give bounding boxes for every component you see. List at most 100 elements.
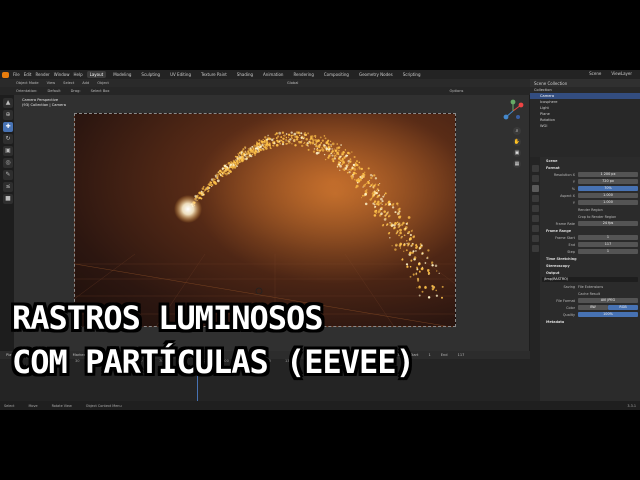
camera-view-icon[interactable]: ▣ xyxy=(513,149,521,157)
blender-logo-icon[interactable] xyxy=(2,71,9,78)
scene-label: Scene xyxy=(546,158,558,163)
measure-tool-icon[interactable]: ≤ xyxy=(3,182,13,192)
transform-tool-icon[interactable]: ◎ xyxy=(3,158,13,168)
orientation-label: Orientation: xyxy=(16,89,38,93)
title-line-1: RASTROS LUMINOSOS xyxy=(12,299,324,337)
modifier-tab-icon[interactable] xyxy=(531,235,539,242)
properties-tabs xyxy=(530,157,540,410)
tool-settings-bar: Orientation: Default Drag: Select Box Op… xyxy=(0,87,530,95)
menu-edit[interactable]: Edit xyxy=(24,72,32,77)
tab-animation[interactable]: Animation xyxy=(260,71,286,78)
aspect-y-field[interactable]: 1.000 xyxy=(578,200,638,205)
file-format-dropdown[interactable]: AVI JPEG xyxy=(578,298,638,303)
tab-uv-editing[interactable]: UV Editing xyxy=(167,71,194,78)
output-section[interactable]: Output xyxy=(542,271,559,275)
step-label: Step xyxy=(567,249,575,254)
video-title-overlay: RASTROS LUMINOSOS COM PARTÍCULAS (EEVEE) xyxy=(12,296,415,384)
status-rotate-view: Rotate View xyxy=(51,403,72,408)
tab-shading[interactable]: Shading xyxy=(234,71,256,78)
tab-compositing[interactable]: Compositing xyxy=(321,71,352,78)
move-tool-icon[interactable]: ✚ xyxy=(3,122,13,132)
outliner-item[interactable]: WGI xyxy=(530,123,640,129)
metadata-section[interactable]: Metadata xyxy=(542,320,564,324)
tab-geometry-nodes[interactable]: Geometry Nodes xyxy=(356,71,396,78)
stereoscopy-section[interactable]: Stereoscopy xyxy=(542,264,570,268)
menu-select[interactable]: Select xyxy=(63,81,74,85)
frame-start-label: Frame Start xyxy=(555,235,575,240)
frame-range-section[interactable]: Frame Range xyxy=(542,229,571,233)
orientation-dropdown[interactable]: Default xyxy=(48,89,61,93)
camera-label: Camera Perspective (93) Collection | Cam… xyxy=(22,98,66,108)
menu-add[interactable]: Add xyxy=(82,81,89,85)
crop-checkbox[interactable]: Crop to Render Region xyxy=(578,215,616,219)
frame-start-field[interactable]: 1 xyxy=(578,235,638,240)
glow-haze xyxy=(195,114,455,284)
menu-object[interactable]: Object xyxy=(97,81,109,85)
tab-rendering[interactable]: Rendering xyxy=(290,71,316,78)
file-extensions-checkbox[interactable]: File Extensions xyxy=(578,285,603,289)
view-layer-selector[interactable]: ViewLayer xyxy=(611,71,632,76)
quality-field[interactable]: 100% xyxy=(578,312,638,317)
status-context-menu: Object Context Menu xyxy=(85,403,122,408)
options-dropdown[interactable]: Options xyxy=(450,89,464,93)
select-tool-icon[interactable]: ▲ xyxy=(3,98,13,108)
resolution-y-field[interactable]: 720 px xyxy=(578,179,638,184)
scene-selector[interactable]: Scene xyxy=(589,71,601,76)
title-line-2: COM PARTÍCULAS (EEVEE) xyxy=(12,343,415,381)
transform-orientation[interactable]: Global xyxy=(287,81,298,85)
view-layer-tab-icon[interactable] xyxy=(531,195,539,202)
particles-tab-icon[interactable] xyxy=(531,245,539,252)
tool-tab-icon[interactable] xyxy=(531,165,539,172)
add-cube-tool-icon[interactable]: ■ xyxy=(3,194,13,204)
render-tab-icon[interactable] xyxy=(531,175,539,182)
cursor-tool-icon[interactable]: ⊕ xyxy=(3,110,13,120)
cache-result-checkbox[interactable]: Cache Result xyxy=(578,292,600,296)
resolution-x-field[interactable]: 1 200 px xyxy=(578,172,638,177)
tab-texture-paint[interactable]: Texture Paint xyxy=(198,71,230,78)
resolution-percent-field[interactable]: 70% xyxy=(578,186,638,191)
origin-cursor-icon[interactable] xyxy=(255,287,263,295)
properties-editor: Scene Format Resolution X1 200 px Y 720 p… xyxy=(530,157,640,410)
menu-help[interactable]: Help xyxy=(73,72,82,77)
render-region-checkbox[interactable]: Render Region xyxy=(578,208,603,212)
object-tab-icon[interactable] xyxy=(531,225,539,232)
annotate-tool-icon[interactable]: ✎ xyxy=(3,170,13,180)
menu-render[interactable]: Render xyxy=(35,72,49,77)
status-bar: Select Move Rotate View Object Context M… xyxy=(0,401,640,410)
color-rgb-button[interactable]: RGB xyxy=(608,305,638,310)
color-label: Color xyxy=(566,305,575,310)
menu-view[interactable]: View xyxy=(47,81,56,85)
color-bw-button[interactable]: BW xyxy=(578,305,608,310)
time-stretching-section[interactable]: Time Stretching xyxy=(542,257,577,261)
frame-end-field[interactable]: 117 xyxy=(578,242,638,247)
tab-modeling[interactable]: Modeling xyxy=(110,71,134,78)
rotate-tool-icon[interactable]: ↻ xyxy=(3,134,13,144)
output-tab-icon[interactable] xyxy=(531,185,539,192)
format-section[interactable]: Format xyxy=(542,166,560,170)
menu-file[interactable]: File xyxy=(13,72,20,77)
aspect-x-field[interactable]: 1.000 xyxy=(578,193,638,198)
drag-dropdown[interactable]: Select Box xyxy=(91,89,110,93)
tab-scripting[interactable]: Scripting xyxy=(400,71,424,78)
pan-hand-icon[interactable]: ✋ xyxy=(513,138,521,146)
scene-tab-icon[interactable] xyxy=(531,205,539,212)
frame-step-field[interactable]: 1 xyxy=(578,249,638,254)
start-field[interactable]: 1 xyxy=(428,353,430,357)
viewport-header: Object Mode View Select Add Object Globa… xyxy=(0,79,530,87)
tab-sculpting[interactable]: Sculpting xyxy=(138,71,163,78)
zoom-icon[interactable]: ⌕ xyxy=(513,127,521,135)
menu-window[interactable]: Window xyxy=(54,72,70,77)
mode-selector[interactable]: Object Mode xyxy=(16,81,39,85)
outliner: Scene Collection Collection Camera Icosphe… xyxy=(530,79,640,149)
navigation-gizmo-icon[interactable] xyxy=(501,99,525,123)
quality-label: Quality xyxy=(562,312,575,317)
frame-rate-dropdown[interactable]: 24 fps xyxy=(578,221,638,226)
tab-layout[interactable]: Layout xyxy=(86,71,107,78)
right-panel: Scene Collection Collection Camera Icosphe… xyxy=(530,79,640,410)
output-path-field[interactable]: /tmp/RASTRO/ xyxy=(542,277,638,282)
grid-view-icon[interactable]: ▦ xyxy=(513,160,521,168)
end-field[interactable]: 117 xyxy=(458,353,465,357)
world-tab-icon[interactable] xyxy=(531,215,539,222)
scale-tool-icon[interactable]: ▣ xyxy=(3,146,13,156)
status-move: Move xyxy=(28,403,38,408)
